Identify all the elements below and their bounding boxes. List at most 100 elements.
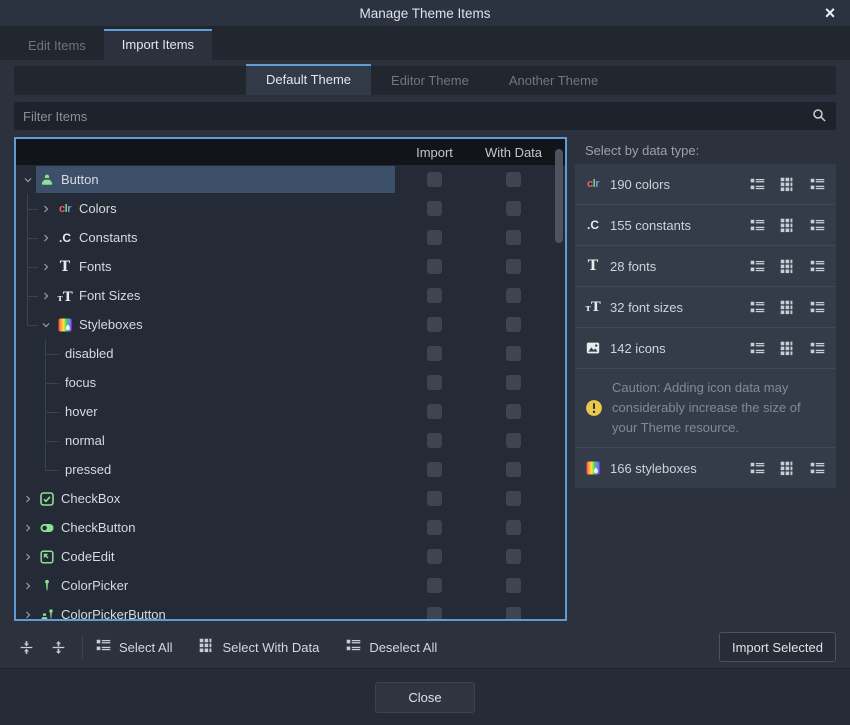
select-with-data-button[interactable] — [779, 217, 796, 234]
deselect-all-button[interactable] — [809, 258, 826, 275]
chevron-right-icon[interactable] — [20, 578, 36, 594]
bottom-toolbar: Select All Select With Data Deselect All… — [14, 629, 836, 665]
import-checkbox[interactable] — [427, 375, 442, 390]
import-checkbox[interactable] — [427, 404, 442, 419]
search-input[interactable]: Filter Items — [14, 102, 836, 130]
tree-row-styleboxes[interactable]: Styleboxes — [16, 310, 565, 339]
tree-row-codeedit[interactable]: CodeEdit — [16, 542, 565, 571]
import-checkbox[interactable] — [427, 259, 442, 274]
import-checkbox[interactable] — [427, 578, 442, 593]
import-checkbox[interactable] — [427, 172, 442, 187]
with-data-checkbox[interactable] — [506, 172, 521, 187]
tree-row-content: CheckBox — [36, 485, 395, 512]
tree-row-focus[interactable]: focus — [16, 368, 565, 397]
deselect-all-button[interactable] — [809, 340, 826, 357]
chevron-down-icon[interactable] — [20, 172, 36, 188]
with-data-checkbox[interactable] — [506, 288, 521, 303]
collapse-tree-icon[interactable] — [14, 635, 38, 659]
import-checkbox[interactable] — [427, 433, 442, 448]
with-data-checkbox[interactable] — [506, 462, 521, 477]
colors-icon: clr — [585, 176, 601, 192]
tab-edit-items[interactable]: Edit Items — [10, 31, 104, 60]
chevron-right-icon[interactable] — [20, 549, 36, 565]
tree-row-hover[interactable]: hover — [16, 397, 565, 426]
select-with-data-button[interactable]: Select With Data — [198, 637, 319, 657]
import-checkbox[interactable] — [427, 549, 442, 564]
with-data-checkbox[interactable] — [506, 346, 521, 361]
data-type-count-label: 190 colors — [610, 177, 736, 192]
chevron-down-icon[interactable] — [38, 317, 54, 333]
tree-row-pressed[interactable]: pressed — [16, 455, 565, 484]
import-checkbox[interactable] — [427, 607, 442, 621]
import-checkbox[interactable] — [427, 201, 442, 216]
with-data-checkbox[interactable] — [506, 578, 521, 593]
search-icon — [811, 107, 827, 126]
tree-row-colorpicker[interactable]: ColorPicker — [16, 571, 565, 600]
select-all-button[interactable] — [749, 258, 766, 275]
tree-row-checkbutton[interactable]: CheckButton — [16, 513, 565, 542]
tree-row-normal[interactable]: normal — [16, 426, 565, 455]
with-data-checkbox[interactable] — [506, 520, 521, 535]
with-data-checkbox[interactable] — [506, 375, 521, 390]
with-data-checkbox[interactable] — [506, 607, 521, 621]
deselect-all-button[interactable] — [809, 217, 826, 234]
title-bar: Manage Theme Items × — [0, 0, 850, 26]
select-all-button[interactable] — [749, 299, 766, 316]
expand-tree-icon[interactable] — [46, 635, 70, 659]
close-icon[interactable]: × — [816, 0, 844, 26]
tab-import-items[interactable]: Import Items — [104, 29, 212, 60]
select-all-button[interactable] — [749, 176, 766, 193]
with-data-checkbox[interactable] — [506, 549, 521, 564]
chevron-right-icon[interactable] — [20, 607, 36, 622]
import-checkbox[interactable] — [427, 317, 442, 332]
deselect-all-button[interactable] — [809, 299, 826, 316]
select-with-data-button[interactable] — [779, 258, 796, 275]
select-all-button[interactable] — [749, 340, 766, 357]
chevron-right-icon[interactable] — [38, 230, 54, 246]
import-checkbox[interactable] — [427, 491, 442, 506]
tree-checkbox-cell — [395, 484, 474, 513]
with-data-checkbox[interactable] — [506, 259, 521, 274]
theme-tab-default-theme[interactable]: Default Theme — [246, 64, 371, 95]
with-data-checkbox[interactable] — [506, 230, 521, 245]
select-all-button[interactable] — [749, 460, 766, 477]
import-selected-button[interactable]: Import Selected — [719, 632, 836, 662]
import-checkbox[interactable] — [427, 230, 442, 245]
select-with-data-button[interactable] — [779, 299, 796, 316]
tree-row-button[interactable]: Button — [16, 165, 565, 194]
theme-tab-editor-theme[interactable]: Editor Theme — [371, 66, 489, 95]
select-with-data-button[interactable] — [779, 340, 796, 357]
chevron-right-icon[interactable] — [38, 259, 54, 275]
chevron-right-icon[interactable] — [38, 201, 54, 217]
select-all-button[interactable] — [749, 217, 766, 234]
select-with-data-button[interactable] — [779, 176, 796, 193]
with-data-checkbox[interactable] — [506, 491, 521, 506]
tree-row-fonts[interactable]: TFonts — [16, 252, 565, 281]
with-data-checkbox[interactable] — [506, 404, 521, 419]
with-data-checkbox[interactable] — [506, 317, 521, 332]
theme-tab-another-theme[interactable]: Another Theme — [489, 66, 618, 95]
tree-row-constants[interactable]: .CConstants — [16, 223, 565, 252]
import-checkbox[interactable] — [427, 520, 442, 535]
tree-row-colorpickerbutton[interactable]: ColorPickerButton — [16, 600, 565, 621]
close-button[interactable]: Close — [375, 682, 474, 713]
import-checkbox[interactable] — [427, 288, 442, 303]
chevron-right-icon[interactable] — [38, 288, 54, 304]
tree-row-disabled[interactable]: disabled — [16, 339, 565, 368]
select-with-data-button[interactable] — [779, 460, 796, 477]
tree-row-font-sizes[interactable]: тTFont Sizes — [16, 281, 565, 310]
deselect-all-button[interactable] — [809, 460, 826, 477]
select-all-button[interactable]: Select All — [95, 637, 172, 657]
tree-item-label: CheckBox — [61, 491, 120, 506]
deselect-all-button[interactable]: Deselect All — [345, 637, 437, 657]
import-checkbox[interactable] — [427, 462, 442, 477]
tree-scrollbar[interactable] — [555, 149, 563, 243]
tree-row-colors[interactable]: clrColors — [16, 194, 565, 223]
deselect-all-button[interactable] — [809, 176, 826, 193]
chevron-right-icon[interactable] — [20, 491, 36, 507]
with-data-checkbox[interactable] — [506, 201, 521, 216]
with-data-checkbox[interactable] — [506, 433, 521, 448]
chevron-right-icon[interactable] — [20, 520, 36, 536]
import-checkbox[interactable] — [427, 346, 442, 361]
tree-row-checkbox[interactable]: CheckBox — [16, 484, 565, 513]
